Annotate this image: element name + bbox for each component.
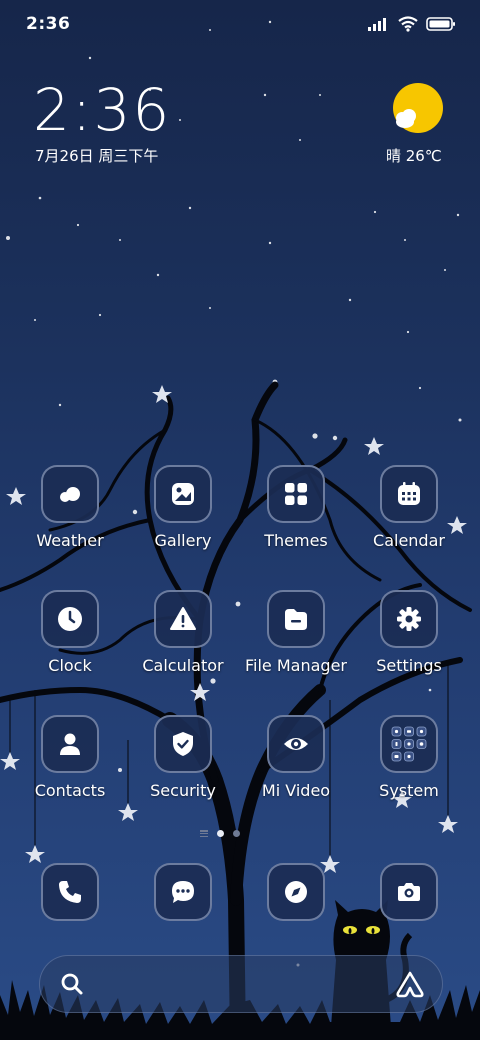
camera-icon[interactable] [380,863,438,921]
app-calculator[interactable]: Calculator [128,590,238,675]
app-settings[interactable]: Settings [354,590,464,675]
page-dot-active [217,830,224,837]
app-contacts[interactable]: Contacts [15,715,125,800]
app-label: Security [150,781,216,800]
wifi-icon [398,16,418,32]
app-gallery[interactable]: Gallery [128,465,238,550]
gallery-icon[interactable] [154,465,212,523]
phone-icon[interactable] [41,863,99,921]
calculator-icon[interactable] [154,590,212,648]
page-indicator[interactable] [200,830,240,837]
app-label: Settings [376,656,442,675]
clock-widget-date: 7月26日 周三下午 [35,147,159,165]
app-system-folder[interactable]: System [354,715,464,800]
dock-camera[interactable] [354,863,464,921]
search-bar[interactable] [39,955,443,1013]
app-themes[interactable]: Themes [241,465,351,550]
app-security[interactable]: Security [128,715,238,800]
signal-icon [368,18,386,31]
clock-icon[interactable] [41,590,99,648]
search-icon[interactable] [60,972,84,996]
app-label: Mi Video [261,781,331,800]
mi-video-icon[interactable] [267,715,325,773]
app-calendar[interactable]: Calendar [354,465,464,550]
assistant-icon[interactable] [394,969,426,999]
app-label: Calendar [373,531,445,550]
dock-browser[interactable] [241,863,351,921]
themes-icon[interactable] [267,465,325,523]
clock-widget-time[interactable]: 2:36 [33,76,171,144]
contacts-icon[interactable] [41,715,99,773]
app-label: Calculator [142,656,224,675]
messages-icon[interactable] [154,863,212,921]
app-label: Themes [264,531,328,550]
settings-icon[interactable] [380,590,438,648]
battery-icon [426,17,455,31]
app-drawer-indicator [200,830,208,837]
page-dot [233,830,240,837]
calendar-icon[interactable] [380,465,438,523]
app-label: Weather [36,531,104,550]
partly-sunny-icon[interactable] [388,80,448,140]
app-weather[interactable]: Weather [15,465,125,550]
dock-messages[interactable] [128,863,238,921]
app-file-manager[interactable]: File Manager [241,590,351,675]
file-manager-icon[interactable] [267,590,325,648]
app-mi-video[interactable]: Mi Video [241,715,351,800]
browser-icon[interactable] [267,863,325,921]
app-label: Contacts [34,781,106,800]
status-time: 2:36 [26,14,71,34]
app-label: Clock [48,656,92,675]
app-label: System [379,781,439,800]
weather-widget-text: 晴 26℃ [386,147,442,165]
status-icons [368,14,456,34]
security-icon[interactable] [154,715,212,773]
weather-icon[interactable] [41,465,99,523]
system-folder-icon[interactable] [380,715,438,773]
dock-phone[interactable] [15,863,125,921]
app-label: File Manager [245,656,347,675]
app-clock[interactable]: Clock [15,590,125,675]
app-label: Gallery [154,531,212,550]
